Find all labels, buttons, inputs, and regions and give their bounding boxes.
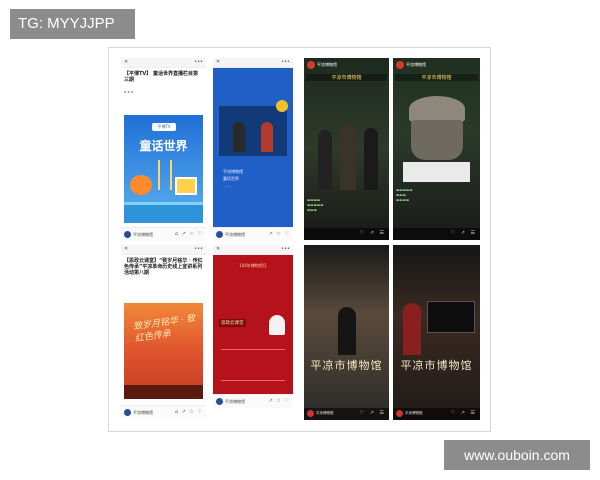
host-figure [338, 307, 356, 355]
card-footer: 平凉博物馆 ↗ ☆ ♡ [213, 227, 293, 241]
avatar [396, 61, 404, 69]
account-name: 平凉博物馆 [406, 62, 426, 67]
article-card-blue[interactable]: ✕ ••• 平凉博物馆 童话世界 …… 平凉博物馆 ↗ ☆ ♡ [213, 58, 293, 241]
live-footer: ♡ ↗ ☰ [304, 228, 389, 240]
action-icons[interactable]: ↗ ☆ ♡ [269, 231, 290, 237]
card-footer: 平凉博物馆 ⌂ ↗ ☆ ♡ [121, 227, 206, 241]
card-topbar: ✕ ••• [121, 245, 206, 255]
watermark-top-left: TG: MYYJJPP [10, 9, 135, 39]
account-name: 平凉博物馆 [133, 410, 153, 415]
action-icons[interactable]: ⌂ ↗ ☆ ♡ [175, 231, 203, 237]
article-card-red-poster[interactable]: ✕ ••• 【思政云课堂】“致岁月铭华 · 传红色传承”平凉革命历史线上宣讲系列活… [121, 245, 206, 419]
poster-image: 平博TV 童话世界 [124, 115, 203, 223]
live-footer: 平凉博物馆 ♡ ↗ ☰ [304, 408, 389, 420]
article-title: 【思政云课堂】“致岁月铭华 · 传红色传承”平凉革命历史线上宣讲系列活动第八期 [124, 258, 203, 276]
header-text: 104年博物馆日 [239, 263, 267, 268]
avatar [307, 61, 315, 69]
live-comments: ▬▬▬▬▬▬▬▬▬▬▬▬ [307, 198, 324, 212]
display-stand [403, 162, 470, 182]
avatar [124, 231, 131, 238]
cartoon-tv-icon [175, 177, 197, 195]
watermark-bottom-right: www.ouboin.com [444, 440, 590, 470]
card-topbar: ✕ ••• [121, 58, 206, 68]
avatar [216, 398, 223, 405]
speaker-photo [269, 315, 285, 335]
close-icon[interactable]: ✕ [216, 59, 220, 65]
museum-name: 平凉市博物馆 [400, 359, 473, 372]
account-name: 平凉博物馆 [405, 411, 423, 415]
live-banner: 平凉市博物馆 [395, 74, 478, 81]
more-icon[interactable]: ••• [281, 246, 290, 252]
lesson-badge: 思政云课堂 [219, 319, 246, 327]
account-name: 平凉博物馆 [225, 399, 245, 404]
live-header: 平凉博物馆 [304, 58, 389, 72]
person-figure [340, 124, 356, 190]
account-name: 平凉博物馆 [317, 62, 337, 67]
body-text: 平凉博物馆 童话世界 …… [223, 168, 287, 189]
account-name: 平凉博物馆 [225, 232, 245, 237]
close-icon[interactable]: ✕ [124, 59, 128, 65]
live-comments: ▬▬▬▬▬▬▬▬▬▬▬▬ [396, 188, 413, 202]
action-icons[interactable]: ♡ ↗ ☰ [451, 230, 477, 236]
bronze-vessel-lid [409, 96, 465, 122]
avatar [396, 410, 403, 417]
museum-name: 平凉市博物馆 [310, 359, 383, 372]
live-footer: 平凉博物馆 ♡ ↗ ☰ [393, 408, 480, 420]
poster-label: 平博TV [152, 123, 176, 131]
live-header: 平凉博物馆 [393, 58, 480, 72]
more-icon[interactable]: ••• [281, 59, 290, 65]
more-icon[interactable]: ••• [194, 246, 203, 252]
cartoon-tower-icon [158, 160, 172, 190]
more-icon[interactable]: ••• [194, 59, 203, 65]
cartoon-ground [124, 202, 203, 223]
poster-text: 致岁月铭华 · 致红色传承 [132, 313, 197, 345]
live-card-hall[interactable]: 平凉博物馆 平凉市博物馆 ▬▬▬▬ ▬▬▬▬▬ ▬▬▬ ♡ ↗ ☰ [304, 58, 389, 240]
host-figure [233, 122, 245, 152]
studio-photo [219, 106, 287, 156]
avatar [307, 410, 314, 417]
poster-title: 童话世界 [139, 139, 188, 153]
article-card-red-lesson[interactable]: ✕ ••• 104年博物馆日 思政云课堂 平凉博物馆 ↗ ☆ ♡ [213, 245, 293, 408]
video-card-gallery[interactable]: 平凉市博物馆 平凉博物馆 ♡ ↗ ☰ [393, 245, 480, 420]
bronze-vessel-body [411, 120, 463, 160]
display-screen [427, 301, 475, 333]
body-line: …… [223, 183, 231, 188]
live-footer: ♡ ↗ ☰ [393, 228, 480, 240]
close-icon[interactable]: ✕ [124, 246, 128, 252]
action-icons[interactable]: ♡ ↗ ☰ [360, 230, 386, 236]
account-name: 平凉博物馆 [133, 232, 153, 237]
live-banner: 平凉市博物馆 [306, 74, 387, 81]
host-figure [403, 303, 421, 355]
action-icons[interactable]: ⌂ ↗ ☆ ♡ [175, 409, 203, 415]
avatar [216, 231, 223, 238]
account-name: 平凉博物馆 [316, 411, 334, 415]
action-icons[interactable]: ↗ ☆ ♡ [269, 398, 290, 404]
body-line: 童话世界 [223, 176, 239, 181]
live-card-bronze[interactable]: 平凉博物馆 平凉市博物馆 ▬▬▬▬▬ ▬▬▬ ▬▬▬▬ ♡ ↗ ☰ [393, 58, 480, 240]
article-meta: ▪ ▪ ▪ [124, 90, 134, 94]
article-card-tv[interactable]: ✕ ••• 【平博TV】 童话世界直播栏目第三期 ▪ ▪ ▪ 平博TV 童话世界 … [121, 58, 206, 241]
badge-icon [276, 100, 288, 112]
action-icons[interactable]: ♡ ↗ ☰ [451, 410, 477, 416]
collage-frame: ✕ ••• 【平博TV】 童话世界直播栏目第三期 ▪ ▪ ▪ 平博TV 童话世界 … [108, 47, 491, 432]
host-figure [261, 122, 273, 152]
card-footer: 平凉博物馆 ⌂ ↗ ☆ ♡ [121, 405, 206, 419]
cartoon-mascot-icon [130, 175, 152, 195]
article-title: 【平博TV】 童话世界直播栏目第三期 [124, 71, 199, 83]
person-figure [364, 128, 378, 190]
body-line: 平凉博物馆 [223, 169, 243, 174]
person-figure [318, 130, 332, 190]
card-topbar: ✕ ••• [213, 245, 293, 255]
close-icon[interactable]: ✕ [216, 246, 220, 252]
body-text-lines [221, 349, 285, 381]
video-card-entrance[interactable]: 平凉市博物馆 平凉博物馆 ♡ ↗ ☰ [304, 245, 389, 420]
card-footer: 平凉博物馆 ↗ ☆ ♡ [213, 394, 293, 408]
action-icons[interactable]: ♡ ↗ ☰ [360, 410, 386, 416]
crowd-silhouette [124, 385, 203, 399]
avatar [124, 409, 131, 416]
poster-image: 致岁月铭华 · 致红色传承 [124, 303, 203, 399]
card-topbar: ✕ ••• [213, 58, 293, 68]
